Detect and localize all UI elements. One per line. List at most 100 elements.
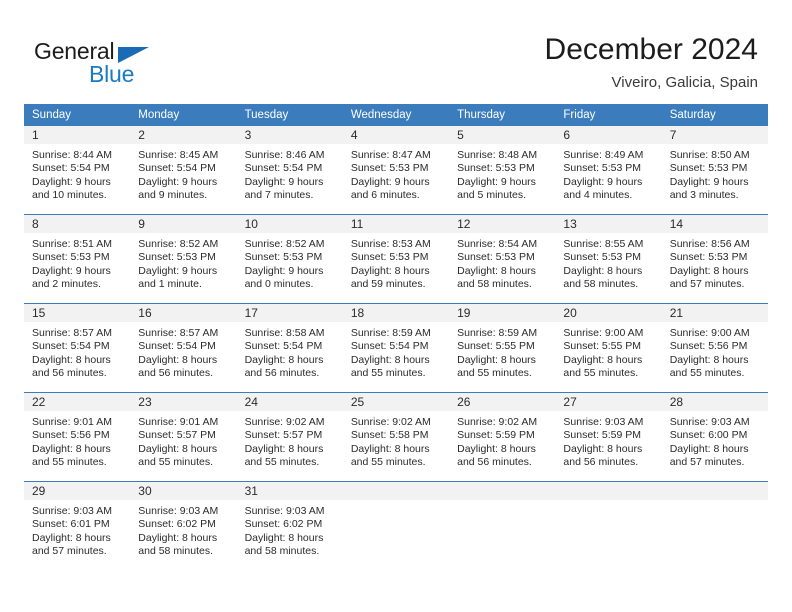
weekday-header-friday: Friday [563,109,596,121]
day-details: Sunrise: 8:52 AM Sunset: 5:53 PM Daylight:… [237,233,343,300]
calendar-week-row: 29 Sunrise: 9:03 AM Sunset: 6:01 PM Dayligh… [24,481,768,570]
day-number: 21 [661,304,768,322]
calendar-day-cell[interactable]: 25 Sunrise: 9:02 AM Sunset: 5:58 PM Dayligh… [342,393,450,481]
day-details: Sunrise: 8:46 AM Sunset: 5:54 PM Daylight:… [237,144,343,211]
calendar-day-cell[interactable]: 5 Sunrise: 8:48 AM Sunset: 5:53 PM Daylight… [449,126,556,214]
day-detail-line: and 55 minutes. [244,456,320,469]
weekday-header-sunday: Sunday [32,109,72,121]
title-block: December 2024 Viveiro, Galicia, Spain [545,32,758,92]
day-detail-line: Daylight: 8 hours [32,353,111,366]
day-detail-line: Sunset: 5:58 PM [350,429,429,442]
day-detail-line: Sunrise: 8:45 AM [138,149,219,161]
day-number: 22 [24,393,131,411]
day-detail-line: and 6 minutes. [350,189,420,202]
calendar-day-cell[interactable]: 3 Sunrise: 8:46 AM Sunset: 5:54 PM Daylight… [236,126,343,214]
day-detail-line: Daylight: 8 hours [669,353,749,366]
day-detail-line: Sunrise: 9:03 AM [669,416,750,428]
calendar-day-cell[interactable]: 16 Sunrise: 8:57 AM Sunset: 5:54 PM Dayligh… [130,304,237,392]
day-detail-line: Sunset: 5:59 PM [457,429,535,442]
calendar-day-cell[interactable]: 14 Sunrise: 8:56 AM Sunset: 5:53 PM Dayligh… [661,215,768,303]
day-detail-line: Daylight: 9 hours [32,264,111,277]
day-details: Sunrise: 9:00 AM Sunset: 5:55 PM Daylight:… [555,322,661,389]
day-details: Sunrise: 9:02 AM Sunset: 5:59 PM Daylight:… [449,411,555,478]
day-detail-line: Daylight: 8 hours [350,442,430,455]
day-details: Sunrise: 8:45 AM Sunset: 5:54 PM Daylight:… [130,144,236,211]
day-number: 6 [555,126,662,144]
calendar-day-cell[interactable]: 18 Sunrise: 8:59 AM Sunset: 5:54 PM Dayligh… [342,304,450,392]
calendar-day-cell[interactable]: 9 Sunrise: 8:52 AM Sunset: 5:53 PM Daylight… [130,215,237,303]
day-detail-line: Daylight: 9 hours [138,175,218,188]
day-detail-line: Sunset: 5:53 PM [244,251,323,264]
calendar-day-cell[interactable]: 31 Sunrise: 9:03 AM Sunset: 6:02 PM Dayligh… [236,482,343,570]
day-detail-line: and 0 minutes. [244,278,314,291]
calendar-day-cell[interactable]: 2 Sunrise: 8:45 AM Sunset: 5:54 PM Daylight… [130,126,237,214]
day-details [449,500,555,513]
day-details: Sunrise: 9:03 AM Sunset: 6:02 PM Daylight:… [130,500,236,567]
day-detail-line: Sunrise: 9:01 AM [32,416,112,428]
calendar-day-cell[interactable]: 7 Sunrise: 8:50 AM Sunset: 5:53 PM Daylight… [661,126,768,214]
calendar-day-cell[interactable]: 20 Sunrise: 9:00 AM Sunset: 5:55 PM Dayligh… [555,304,662,392]
day-detail-line: and 56 minutes. [244,367,320,380]
day-number [555,482,662,500]
day-detail-line: and 55 minutes. [457,367,532,380]
calendar-day-cell[interactable]: 28 Sunrise: 9:03 AM Sunset: 6:00 PM Dayligh… [661,393,768,481]
day-detail-line: Sunrise: 8:46 AM [244,149,325,161]
day-detail-line: Daylight: 8 hours [138,442,218,455]
day-detail-line: Sunset: 6:02 PM [138,518,216,531]
day-details: Sunrise: 8:59 AM Sunset: 5:54 PM Daylight:… [343,322,449,389]
calendar-day-cell[interactable]: 10 Sunrise: 8:52 AM Sunset: 5:53 PM Dayligh… [236,215,343,303]
day-detail-line: Sunrise: 8:56 AM [669,238,750,250]
day-detail-line: Sunset: 5:54 PM [244,340,323,353]
day-detail-line: and 55 minutes. [350,456,426,469]
general-blue-logo[interactable]: General Blue [34,38,254,90]
calendar-day-cell[interactable]: 23 Sunrise: 9:01 AM Sunset: 5:57 PM Dayligh… [130,393,237,481]
day-detail-line: Sunset: 5:53 PM [457,162,535,175]
day-detail-line: and 57 minutes. [669,278,745,291]
day-details: Sunrise: 8:59 AM Sunset: 5:55 PM Daylight:… [449,322,555,389]
day-number: 25 [342,393,450,411]
day-details: Sunrise: 8:58 AM Sunset: 5:54 PM Daylight:… [237,322,343,389]
calendar-day-cell[interactable]: 27 Sunrise: 9:03 AM Sunset: 5:59 PM Dayligh… [555,393,662,481]
day-number: 20 [555,304,662,322]
day-details: Sunrise: 8:53 AM Sunset: 5:53 PM Daylight:… [343,233,449,300]
day-number: 14 [661,215,768,233]
day-details: Sunrise: 9:01 AM Sunset: 5:57 PM Daylight:… [130,411,236,478]
day-number [342,482,450,500]
calendar-day-cell[interactable]: 13 Sunrise: 8:55 AM Sunset: 5:53 PM Dayligh… [555,215,662,303]
calendar-day-cell[interactable]: 8 Sunrise: 8:51 AM Sunset: 5:53 PM Daylight… [24,215,131,303]
day-detail-line: Sunrise: 8:47 AM [350,149,431,161]
day-detail-line: and 56 minutes. [32,367,107,380]
day-details [555,500,661,513]
day-detail-line: Sunset: 5:57 PM [244,429,323,442]
calendar-day-cell[interactable]: 17 Sunrise: 8:58 AM Sunset: 5:54 PM Dayligh… [236,304,343,392]
calendar-day-cell[interactable]: 4 Sunrise: 8:47 AM Sunset: 5:53 PM Daylight… [342,126,450,214]
calendar-day-cell[interactable]: 15 Sunrise: 8:57 AM Sunset: 5:54 PM Dayligh… [24,304,131,392]
calendar-day-cell[interactable]: 22 Sunrise: 9:01 AM Sunset: 5:56 PM Dayligh… [24,393,131,481]
day-number: 2 [130,126,237,144]
day-detail-line: Sunrise: 9:03 AM [138,505,219,517]
day-number: 17 [236,304,343,322]
calendar-day-cell[interactable]: 1 Sunrise: 8:44 AM Sunset: 5:54 PM Daylight… [24,126,131,214]
day-detail-line: and 57 minutes. [669,456,745,469]
day-detail-line: Sunrise: 8:49 AM [563,149,644,161]
calendar-day-cell[interactable]: 30 Sunrise: 9:03 AM Sunset: 6:02 PM Dayligh… [130,482,237,570]
calendar-week-row: 15 Sunrise: 8:57 AM Sunset: 5:54 PM Dayligh… [24,303,768,392]
day-detail-line: Sunrise: 8:57 AM [138,327,219,339]
calendar-day-cell[interactable]: 29 Sunrise: 9:03 AM Sunset: 6:01 PM Dayligh… [24,482,131,570]
day-number: 29 [24,482,131,500]
day-number: 4 [342,126,450,144]
calendar-day-cell[interactable]: 24 Sunrise: 9:02 AM Sunset: 5:57 PM Dayligh… [236,393,343,481]
day-detail-line: Sunrise: 9:03 AM [563,416,644,428]
day-detail-line: and 2 minutes. [32,278,101,291]
day-detail-line: Sunrise: 8:58 AM [244,327,325,339]
calendar-day-cell[interactable]: 26 Sunrise: 9:02 AM Sunset: 5:59 PM Dayligh… [449,393,556,481]
calendar-day-cell[interactable]: 11 Sunrise: 8:53 AM Sunset: 5:53 PM Dayligh… [342,215,450,303]
day-details: Sunrise: 9:03 AM Sunset: 6:01 PM Daylight:… [24,500,130,567]
day-detail-line: Daylight: 8 hours [32,531,111,544]
calendar-day-cell[interactable]: 6 Sunrise: 8:49 AM Sunset: 5:53 PM Daylight… [555,126,662,214]
calendar-day-cell[interactable]: 12 Sunrise: 8:54 AM Sunset: 5:53 PM Dayligh… [449,215,556,303]
day-detail-line: and 55 minutes. [563,367,639,380]
calendar-day-cell[interactable]: 19 Sunrise: 8:59 AM Sunset: 5:55 PM Dayligh… [449,304,556,392]
calendar-day-cell[interactable]: 21 Sunrise: 9:00 AM Sunset: 5:56 PM Dayligh… [661,304,768,392]
day-detail-line: Sunrise: 8:59 AM [457,327,538,339]
